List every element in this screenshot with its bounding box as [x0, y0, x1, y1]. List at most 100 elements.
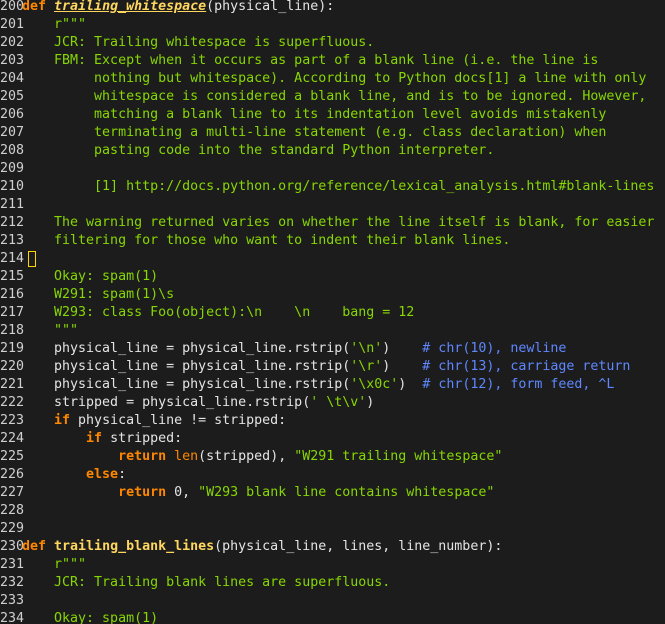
line-code: return len(stripped), "W291 trailing whi…	[22, 448, 502, 466]
line-number: 215	[0, 269, 25, 284]
line-code: JCR: Trailing whitespace is superfluous.	[22, 34, 374, 52]
line-number: 207	[0, 125, 25, 140]
code-token: # chr(13), carriage return	[422, 359, 631, 374]
code-token: 0,	[174, 485, 199, 500]
code-token: physical_line != stripped:	[78, 413, 287, 428]
code-line[interactable]: 216 W291: spam(1)\s	[0, 286, 665, 304]
line-code: W291: spam(1)\s	[22, 286, 174, 304]
code-token: whitespace is considered a blank line, a…	[22, 89, 647, 104]
code-token: )	[366, 395, 375, 410]
code-line[interactable]: 229	[0, 520, 665, 538]
line-number: 231	[0, 557, 25, 572]
code-line[interactable]: 223 if physical_line != stripped:	[0, 412, 665, 430]
line-code: [1] http://docs.python.org/reference/lex…	[22, 178, 654, 196]
code-line[interactable]: 228	[0, 502, 665, 520]
code-token: trailing_whitespace	[54, 0, 207, 14]
code-line[interactable]: 233	[0, 592, 665, 610]
code-line[interactable]: 210 [1] http://docs.python.org/reference…	[0, 178, 665, 196]
code-line[interactable]: 227 return 0, "W293 blank line contains …	[0, 484, 665, 502]
line-number: 234	[0, 611, 25, 624]
code-token: terminating a multi-line statement (e.g.…	[22, 125, 607, 140]
code-line[interactable]: 226 else:	[0, 466, 665, 484]
line-code: pasting code into the standard Python in…	[22, 142, 494, 160]
line-code: The warning returned varies on whether t…	[22, 214, 654, 232]
code-line[interactable]: 211	[0, 196, 665, 214]
code-line[interactable]: 200def trailing_whitespace(physical_line…	[0, 0, 665, 16]
code-line[interactable]: 204 nothing but whitespace). According t…	[0, 70, 665, 88]
code-token: "W291 trailing whitespace"	[294, 449, 503, 464]
code-line[interactable]: 231 r"""	[0, 556, 665, 574]
code-token: "W293 blank line contains whitespace"	[198, 485, 495, 500]
line-code: filtering for those who want to indent t…	[22, 232, 510, 250]
code-token: '\n'	[350, 341, 383, 356]
code-token: )	[382, 341, 423, 356]
code-editor[interactable]: 200def trailing_whitespace(physical_line…	[0, 0, 665, 624]
code-token: The warning returned varies on whether t…	[22, 215, 655, 230]
code-line[interactable]: 206 matching a blank line to its indenta…	[0, 106, 665, 124]
code-line[interactable]: 217 W293: class Foo(object):\n \n bang =…	[0, 304, 665, 322]
code-token: JCR: Trailing blank lines are superfluou…	[22, 575, 391, 590]
code-line[interactable]: 230def trailing_blank_lines(physical_lin…	[0, 538, 665, 556]
code-token: ' \t\v'	[310, 395, 367, 410]
line-number: 202	[0, 35, 25, 50]
code-token: Okay: spam(1)	[22, 611, 159, 624]
code-token: if	[22, 431, 111, 446]
code-line[interactable]: 224 if stripped:	[0, 430, 665, 448]
line-number: 216	[0, 287, 25, 302]
code-line[interactable]: 201 r"""	[0, 16, 665, 34]
line-number: 218	[0, 323, 25, 338]
code-token: def	[22, 539, 55, 554]
code-line[interactable]: 234 Okay: spam(1)	[0, 610, 665, 624]
line-number: 222	[0, 395, 25, 410]
code-line[interactable]: 212 The warning returned varies on wheth…	[0, 214, 665, 232]
code-line[interactable]: 202 JCR: Trailing whitespace is superflu…	[0, 34, 665, 52]
line-number: 209	[0, 161, 25, 176]
line-number: 213	[0, 233, 25, 248]
code-line[interactable]: 215 Okay: spam(1)	[0, 268, 665, 286]
line-code: r"""	[22, 556, 86, 574]
line-code: else:	[22, 466, 126, 484]
code-token: JCR: Trailing whitespace is superfluous.	[22, 35, 375, 50]
code-token: W291: spam(1)\s	[22, 287, 175, 302]
code-token: filtering for those who want to indent t…	[22, 233, 511, 248]
code-token: pasting code into the standard Python in…	[22, 143, 495, 158]
code-line[interactable]: 220 physical_line = physical_line.rstrip…	[0, 358, 665, 376]
code-token: if	[22, 413, 79, 428]
line-number: 227	[0, 485, 25, 500]
code-line[interactable]: 214	[0, 250, 665, 268]
line-code: nothing but whitespace). According to Py…	[22, 70, 646, 88]
code-token: physical_line = physical_line.rstrip(	[22, 359, 351, 374]
code-line[interactable]: 232 JCR: Trailing blank lines are superf…	[0, 574, 665, 592]
code-token: )	[398, 377, 423, 392]
line-number: 201	[0, 17, 25, 32]
code-token: W293: class Foo(object):\n \n bang = 12	[22, 305, 415, 320]
code-token: r"""	[22, 557, 87, 572]
code-token: physical_line = physical_line.rstrip(	[22, 341, 351, 356]
code-line[interactable]: 207 terminating a multi-line statement (…	[0, 124, 665, 142]
code-line[interactable]: 222 stripped = physical_line.rstrip(' \t…	[0, 394, 665, 412]
line-code: def trailing_blank_lines(physical_line, …	[22, 538, 502, 556]
code-line[interactable]: 225 return len(stripped), "W291 trailing…	[0, 448, 665, 466]
code-token: len	[174, 449, 199, 464]
line-code: terminating a multi-line statement (e.g.…	[22, 124, 606, 142]
code-token: )	[382, 359, 423, 374]
line-number: 225	[0, 449, 25, 464]
code-line[interactable]: 221 physical_line = physical_line.rstrip…	[0, 376, 665, 394]
code-line[interactable]: 213 filtering for those who want to inde…	[0, 232, 665, 250]
line-number: 220	[0, 359, 25, 374]
line-number: 214	[0, 251, 25, 266]
line-number: 219	[0, 341, 25, 356]
code-token: """	[22, 323, 79, 338]
code-line[interactable]: 219 physical_line = physical_line.rstrip…	[0, 340, 665, 358]
code-token: r"""	[22, 17, 87, 32]
line-number: 228	[0, 503, 25, 518]
code-line[interactable]: 209	[0, 160, 665, 178]
code-line[interactable]: 205 whitespace is considered a blank lin…	[0, 88, 665, 106]
code-line[interactable]: 203 FBM: Except when it occurs as part o…	[0, 52, 665, 70]
code-token: else	[22, 467, 119, 482]
line-code: physical_line = physical_line.rstrip('\x…	[22, 376, 614, 394]
line-number: 212	[0, 215, 25, 230]
code-line[interactable]: 208 pasting code into the standard Pytho…	[0, 142, 665, 160]
code-line[interactable]: 218 """	[0, 322, 665, 340]
code-token: stripped:	[110, 431, 183, 446]
